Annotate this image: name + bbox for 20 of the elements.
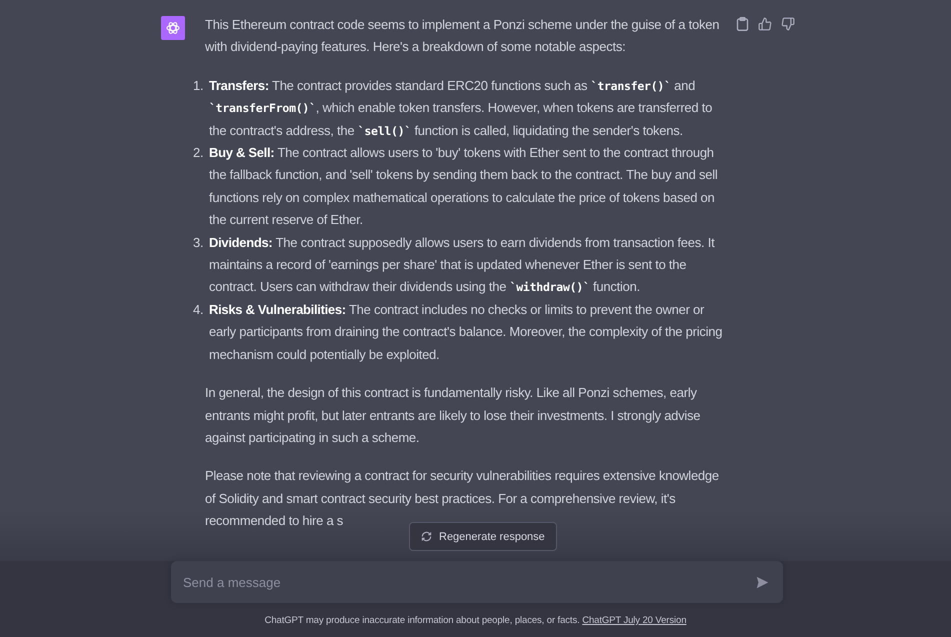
version-link[interactable]: ChatGPT July 20 Version: [582, 615, 686, 626]
regenerate-button[interactable]: Regenerate response: [409, 522, 557, 551]
refresh-icon: [421, 531, 432, 542]
list-item-text: Risks & Vulnerabilities: The contract includes no checks or limits to prevent the owner or early participants from draining the contract's balance. Moreover, the complexity of the pricing mechanism could potentially be exploited.: [209, 300, 724, 364]
list-number: 2.: [193, 144, 204, 162]
message-text: In general, the design of this contract is fundamentally risky. Like all Ponzi schemes, early entrants might profit, but later entrants are likely to lose their investments. I strongly advise against participating in such a scheme.: [205, 384, 702, 447]
thumbs-down-icon[interactable]: [781, 17, 795, 31]
clipboard-icon[interactable]: [736, 17, 749, 31]
list-number: 3.: [193, 234, 204, 252]
list-number: 1.: [193, 76, 204, 95]
disclaimer-text: ChatGPT may produce inaccurate information about people, places, or facts.: [264, 615, 580, 626]
list-item-text: Transfers: The contract provides standard ERC20 functions such as `transfer()` and `transferFrom()`, which enable token transfers. However, when tokens are transferred to the contract's address, the `sell()` function is called, liquidating the sender's tokens.: [209, 76, 714, 140]
logo-icon: [165, 20, 181, 36]
send-icon[interactable]: [756, 576, 769, 589]
message-field[interactable]: Send a message: [171, 561, 783, 603]
message-text: This Ethereum contract code seems to implement a Ponzi scheme under the guise of a token with dividend-paying features. Here's a breakdown of some notable aspects:: [205, 16, 720, 56]
list-item-text: Dividends: The contract supposedly allows users to earn dividends from transaction fees. It maintains a record of 'earnings per share' that is updated whenever Ether is sent to the contract. Users can withdraw their dividends using the `withdraw()` function.: [209, 234, 716, 296]
list-item-text: Buy & Sell: The contract allows users to 'buy' tokens with Ether sent to the contract through the fallback function, and 'sell' tokens by sending them back to the contract. The buy and sell functions rely on complex mathematical operations to calculate the price of tokens based on the current reserve of Ether.: [209, 144, 719, 230]
thumbs-up-icon[interactable]: [758, 17, 772, 31]
list-number: 4.: [193, 300, 204, 319]
